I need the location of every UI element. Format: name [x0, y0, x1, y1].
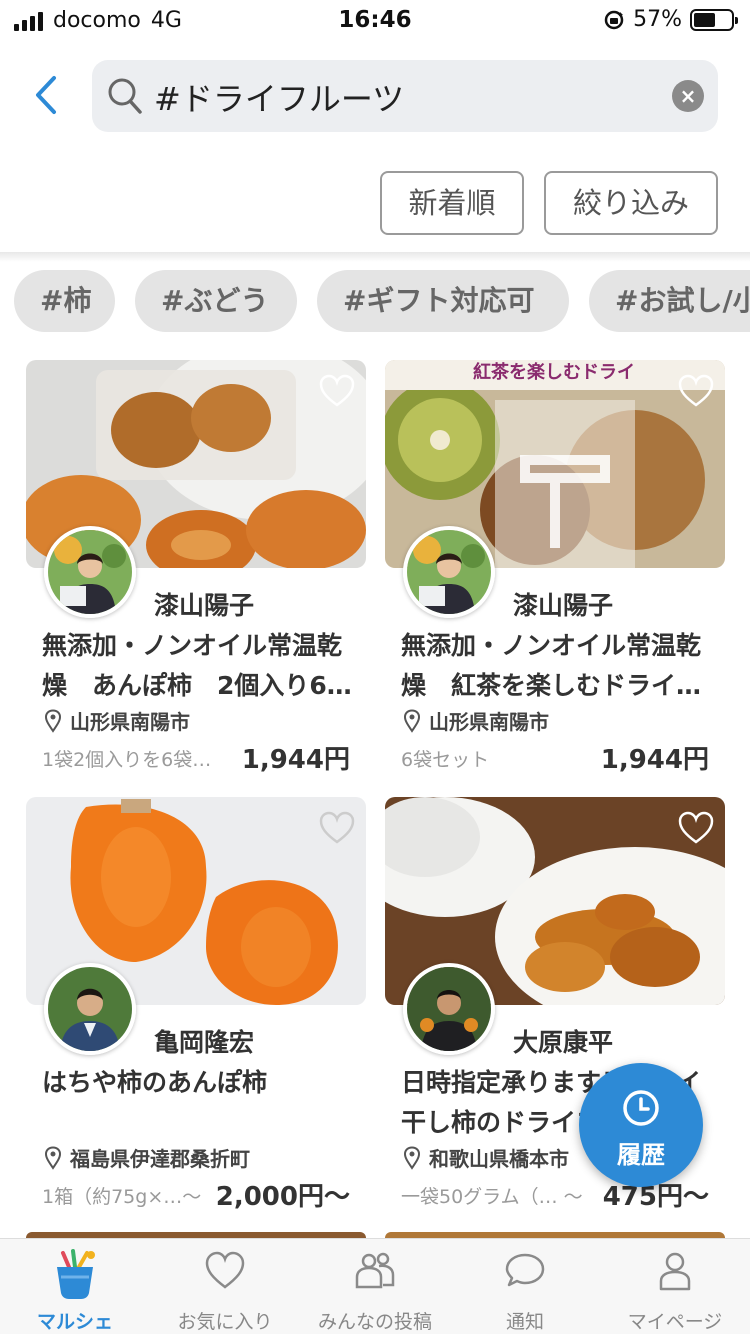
seller-avatar[interactable] — [44, 963, 136, 1055]
product-title: 無添加・ノンオイル常温乾燥 あんぽ柿 2個入り6… — [42, 631, 352, 700]
product-title: 無添加・ノンオイル常温乾燥 紅茶を楽しむドライ… — [401, 631, 702, 700]
product-card[interactable]: 紅茶を楽しむドライ 漆山陽子 無添加・ノンオイル常温乾燥 紅茶を楽しむドライ… … — [385, 360, 725, 780]
tab-my-page[interactable]: マイページ — [600, 1239, 750, 1334]
tab-favorites[interactable]: お気に入り — [150, 1239, 300, 1334]
clear-search-button[interactable]: × — [672, 80, 704, 112]
rotation-lock-icon — [604, 10, 624, 29]
tag-chip-kaki[interactable]: #柿 — [14, 270, 115, 332]
seller-name: 漆山陽子 — [513, 591, 614, 620]
heart-icon — [205, 1251, 245, 1289]
seller-name: 大原康平 — [513, 1028, 614, 1057]
photo-banner-text: 紅茶を楽しむドライ — [473, 362, 635, 383]
tag-chip-gift[interactable]: #ギフト対応可 — [317, 270, 569, 332]
speech-bubble-icon — [505, 1253, 545, 1287]
clock-icon — [623, 1090, 659, 1126]
tab-label: お気に入り — [177, 1311, 273, 1333]
favorite-heart-icon[interactable] — [677, 811, 715, 845]
filter-button[interactable]: 絞り込み — [544, 171, 718, 235]
tag-chip-budou[interactable]: #ぶどう — [135, 270, 297, 332]
tab-notifications[interactable]: 通知 — [450, 1239, 600, 1334]
tab-label: 通知 — [505, 1311, 544, 1333]
location-pin-icon — [44, 1145, 62, 1170]
product-title: はちや柿のあんぽ柿 — [42, 1068, 268, 1097]
product-location: 和歌山県橋本市 — [429, 1147, 569, 1171]
product-unit: 6袋セット — [401, 749, 490, 771]
status-bar: docomo 4G 16:46 57% — [0, 0, 750, 40]
sort-newest-button[interactable]: 新着順 — [380, 171, 524, 235]
product-location: 山形県南陽市 — [70, 710, 190, 734]
product-card[interactable]: 亀岡隆宏 はちや柿のあんぽ柿 福島県伊達郡桑折町 1箱（約75g×…～ 2,00… — [26, 797, 366, 1217]
product-price: 1,944円 — [241, 745, 350, 775]
seller-name: 亀岡隆宏 — [154, 1028, 255, 1057]
favorite-heart-icon[interactable] — [318, 374, 356, 408]
search-input[interactable]: #ドライフルーツ × — [92, 60, 718, 132]
favorite-heart-icon[interactable] — [318, 811, 356, 845]
product-location: 山形県南陽市 — [429, 710, 549, 734]
product-unit: 1袋2個入りを6袋… — [42, 749, 212, 771]
location-pin-icon — [44, 708, 62, 733]
search-icon — [108, 78, 142, 114]
user-icon — [659, 1252, 691, 1291]
tab-marche[interactable]: マルシェ — [0, 1239, 150, 1334]
tab-label: みんなの投稿 — [317, 1311, 432, 1333]
people-icon — [355, 1252, 395, 1289]
tab-label: マイページ — [627, 1311, 723, 1333]
seller-avatar[interactable] — [44, 526, 136, 618]
tab-community-posts[interactable]: みんなの投稿 — [300, 1239, 450, 1334]
header-divider — [0, 252, 750, 262]
product-price: 2,000円～ — [215, 1182, 350, 1212]
back-arrow-icon[interactable] — [26, 70, 66, 120]
basket-icon — [57, 1249, 95, 1299]
tab-bar: マルシェ お気に入り みんなの投稿 通知 マイページ — [0, 1238, 750, 1334]
location-pin-icon — [403, 1145, 421, 1170]
product-price: 1,944円 — [600, 745, 709, 775]
product-unit: 一袋50グラム（… ～ — [401, 1186, 583, 1208]
seller-name: 漆山陽子 — [154, 591, 255, 620]
favorite-heart-icon[interactable] — [677, 374, 715, 408]
product-card[interactable]: 漆山陽子 無添加・ノンオイル常温乾燥 あんぽ柿 2個入り6… 山形県南陽市 1袋… — [26, 360, 366, 780]
screen: docomo 4G 16:46 57% #ドライフルーツ × 新着順 絞り込み — [0, 0, 750, 1334]
history-button[interactable]: 履歴 — [579, 1063, 703, 1187]
product-location: 福島県伊達郡桑折町 — [70, 1147, 250, 1171]
location-pin-icon — [403, 708, 421, 733]
seller-avatar[interactable] — [403, 526, 495, 618]
tab-label: マルシェ — [36, 1311, 113, 1333]
seller-avatar[interactable] — [403, 963, 495, 1055]
tag-chip-trial[interactable]: #お試し/小 — [589, 270, 750, 332]
battery-icon — [690, 8, 738, 31]
product-unit: 1箱（約75g×…～ — [42, 1186, 202, 1208]
battery-percent: 57% — [633, 7, 682, 32]
search-query: #ドライフルーツ — [154, 80, 405, 118]
history-label: 履歴 — [617, 1141, 665, 1169]
